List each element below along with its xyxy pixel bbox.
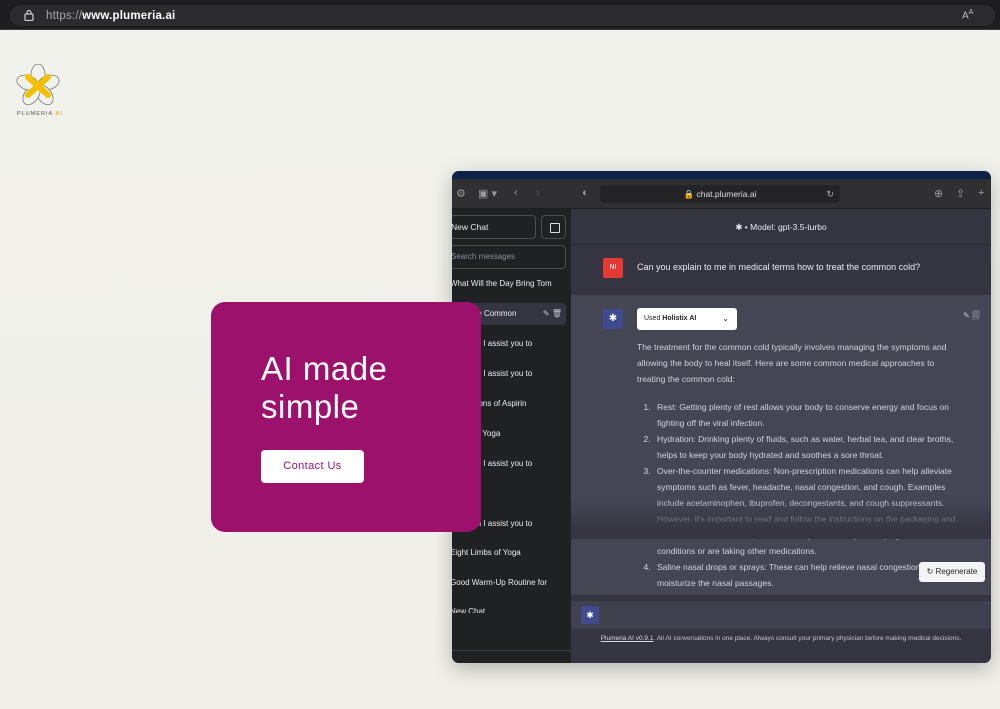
plugin-icon[interactable]: ✱ bbox=[581, 606, 599, 624]
user-question: Can you explain to me in medical terms h… bbox=[637, 262, 921, 272]
assistant-message: ✱ Used Holistix AI ⌄ ✎ 🗐 The treatment fo… bbox=[571, 295, 991, 595]
url-prefix: https:// bbox=[46, 10, 83, 22]
back-icon[interactable]: ‹ bbox=[514, 187, 518, 199]
message-input[interactable]: ✱ bbox=[571, 601, 991, 629]
reader-mode-icon[interactable]: AA bbox=[962, 9, 973, 21]
new-chat-button[interactable]: New Chat bbox=[452, 215, 536, 239]
app-address-bar[interactable]: 🔒 chat.plumeria.ai ↻ bbox=[600, 185, 840, 203]
conversation-item[interactable]: Good Warm-Up Routine for bbox=[452, 572, 566, 594]
regenerate-button[interactable]: ↻ Regenerate bbox=[919, 562, 985, 582]
bot-logo-icon: ✱ bbox=[735, 222, 743, 232]
hero-title: AI made simple bbox=[261, 350, 388, 425]
scroll-fade bbox=[571, 499, 991, 539]
model-label: Model: gpt-3.5-turbo bbox=[750, 222, 827, 232]
logo-wordmark: PLUMERIA.AI bbox=[17, 111, 63, 117]
contact-us-button[interactable]: Contact Us bbox=[261, 450, 364, 483]
collapse-sidebar-button[interactable] bbox=[541, 215, 566, 239]
answer-intro: The treatment for the common cold typica… bbox=[637, 342, 947, 384]
forward-icon[interactable]: › bbox=[536, 187, 540, 199]
download-icon[interactable]: ⊕ bbox=[934, 187, 943, 200]
message-actions-icons[interactable]: ✎ 🗐 bbox=[963, 310, 980, 324]
shield-icon: ◐ bbox=[582, 187, 589, 199]
app-top-strip bbox=[452, 171, 991, 179]
user-avatar: NI bbox=[603, 258, 623, 278]
answer-item: Rest: Getting plenty of rest allows your… bbox=[653, 399, 959, 431]
browser-toolbar: https://www.plumeria.ai AA bbox=[0, 0, 1000, 30]
chevron-down-icon: ⌄ bbox=[722, 314, 729, 323]
assistant-answer: The treatment for the common cold typica… bbox=[637, 339, 959, 591]
edit-delete-icons[interactable]: ✎ 🗑 bbox=[543, 303, 562, 325]
answer-item: Saline nasal drops or sprays: These can … bbox=[653, 559, 959, 591]
answer-item: Hydration: Drinking plenty of fluids, su… bbox=[653, 431, 959, 463]
model-header: ✱ • Model: gpt-3.5-turbo bbox=[571, 209, 991, 245]
plumeria-logo-icon[interactable] bbox=[14, 64, 62, 108]
share-icon[interactable]: ⇪ bbox=[956, 187, 965, 200]
hero-card: AI made simple Contact Us bbox=[211, 302, 481, 532]
answer-list: Rest: Getting plenty of rest allows your… bbox=[637, 399, 959, 591]
url-domain: www.plumeria.ai bbox=[82, 10, 176, 22]
sidebar-toggle-icon[interactable]: ▣ ▾ bbox=[478, 187, 497, 200]
user-message: NI Can you explain to me in medical term… bbox=[571, 245, 991, 295]
used-plugin-dropdown[interactable]: Used Holistix AI ⌄ bbox=[637, 308, 737, 330]
conversation-item[interactable]: New Chat bbox=[452, 601, 566, 613]
app-screenshot: ⚙ ▣ ▾ ‹ › ◐ 🔒 chat.plumeria.ai ↻ ⊕ ⇪ + Ne… bbox=[452, 171, 991, 663]
search-messages-input[interactable]: Search messages bbox=[452, 245, 566, 269]
chat-main: ✱ • Model: gpt-3.5-turbo NI Can you expl… bbox=[571, 209, 991, 663]
footer-disclaimer: Plumeria AI v0.9.1. All AI conversations… bbox=[600, 635, 962, 642]
reload-icon[interactable]: ↻ bbox=[826, 185, 834, 203]
lock-icon bbox=[24, 9, 34, 21]
conversation-item[interactable]: Eight Limbs of Yoga bbox=[452, 542, 566, 564]
app-url-text: chat.plumeria.ai bbox=[696, 189, 757, 199]
conversation-item[interactable]: What Will the Day Bring Tom bbox=[452, 273, 566, 295]
refresh-icon: ↻ bbox=[926, 567, 934, 576]
new-tab-icon[interactable]: + bbox=[978, 187, 984, 199]
assistant-avatar-icon: ✱ bbox=[603, 309, 623, 329]
app-browser-toolbar: ⚙ ▣ ▾ ‹ › ◐ 🔒 chat.plumeria.ai ↻ ⊕ ⇪ + bbox=[452, 179, 991, 209]
user-menu[interactable]: niko ... bbox=[452, 650, 571, 663]
settings-icon[interactable]: ⚙ bbox=[456, 187, 466, 200]
version-link[interactable]: Plumeria AI v0.9.1 bbox=[601, 635, 654, 642]
address-url[interactable]: https://www.plumeria.ai bbox=[46, 10, 175, 22]
